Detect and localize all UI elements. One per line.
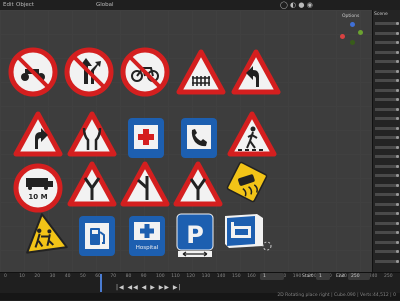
visibility-eye-icon[interactable] — [396, 79, 399, 82]
visibility-eye-icon[interactable] — [396, 145, 399, 149]
frame-tick-label: 40 — [64, 274, 71, 279]
3d-viewport[interactable]: Options 10 M Hospital P — [0, 10, 372, 272]
max-length-sign[interactable]: 10 M — [13, 163, 63, 213]
status-bar: 2D Rotating place right | Cube.090 | Ver… — [0, 293, 400, 300]
road-narrows-sign[interactable] — [67, 111, 117, 157]
visibility-eye-icon[interactable] — [396, 212, 399, 215]
frame-tick-label: 190 — [292, 274, 302, 279]
frame-tick-label: 0 — [4, 274, 7, 279]
parking-letter: P — [186, 221, 204, 249]
viewport-header: Edit Object Global ◯ ◐ ● ◉ — [0, 0, 400, 10]
visibility-eye-icon[interactable] — [396, 174, 399, 177]
visibility-eye-icon[interactable] — [396, 31, 399, 35]
visibility-eye-icon[interactable] — [396, 221, 399, 225]
visibility-eye-icon[interactable] — [396, 250, 399, 253]
y-junction-right-sign[interactable] — [173, 161, 223, 207]
frame-tick-label: 110 — [171, 274, 180, 279]
start-label: Start — [302, 274, 313, 279]
visibility-eye-icon[interactable] — [396, 155, 399, 158]
parking-sign[interactable]: P — [176, 213, 214, 257]
visibility-eye-icon[interactable] — [396, 136, 399, 139]
visibility-eye-icon[interactable] — [396, 22, 399, 25]
frame-tick-label: 80 — [125, 274, 132, 279]
current-frame-field[interactable]: 1 — [260, 273, 284, 280]
3d-cursor-icon — [262, 241, 272, 251]
frame-tick-label: 70 — [110, 274, 117, 279]
visibility-eye-icon[interactable] — [396, 60, 399, 63]
hospital-sign[interactable]: Hospital — [129, 216, 165, 256]
y-junction-sign[interactable] — [67, 161, 117, 207]
first-aid-sign[interactable] — [128, 118, 164, 158]
transform-orientation-dropdown[interactable]: Global — [96, 1, 114, 9]
frame-tick-label: 20 — [34, 274, 41, 279]
signs-scene: 10 M Hospital P — [8, 47, 281, 257]
menu-edit[interactable]: Edit — [3, 1, 14, 9]
curve-left-sign[interactable] — [231, 49, 281, 95]
curve-right-sign[interactable] — [13, 111, 63, 157]
no-bicycles-sign[interactable] — [120, 47, 170, 97]
outliner-panel[interactable]: Scene — [372, 10, 400, 272]
hospital-label: Hospital — [136, 245, 159, 251]
frame-tick-label: 50 — [80, 274, 86, 279]
frame-tick-label: 120 — [186, 274, 195, 279]
pedestrian-crossing-sign[interactable] — [227, 111, 277, 157]
playhead[interactable] — [100, 274, 102, 292]
y-junction-left-sign[interactable] — [120, 161, 170, 207]
visibility-eye-icon[interactable] — [396, 164, 399, 168]
visibility-eye-icon[interactable] — [396, 50, 399, 54]
frame-tick-label: 140 — [216, 274, 226, 279]
frame-tick-label: 90 — [140, 274, 147, 279]
frame-tick-label: 100 — [156, 274, 165, 279]
frame-tick-label: 10 — [19, 274, 25, 279]
status-text: 2D Rotating place right | Cube.090 | Ver… — [277, 293, 396, 298]
visibility-eye-icon[interactable] — [396, 183, 399, 187]
visibility-eye-icon[interactable] — [396, 259, 399, 263]
visibility-eye-icon[interactable] — [396, 240, 399, 244]
end-label: End — [336, 274, 345, 279]
frame-tick-label: 150 — [232, 274, 241, 279]
frame-tick-label: 250 — [384, 274, 393, 279]
visibility-eye-icon[interactable] — [396, 126, 399, 130]
visibility-eye-icon[interactable] — [396, 107, 399, 111]
telephone-sign[interactable] — [181, 118, 217, 158]
frame-tick-label: 240 — [368, 274, 378, 279]
visibility-eye-icon[interactable] — [396, 41, 399, 44]
frame-tick-label: 130 — [201, 274, 211, 279]
visibility-eye-icon[interactable] — [396, 231, 399, 234]
visibility-eye-icon[interactable] — [396, 88, 399, 92]
max-length-value: 10 M — [28, 193, 47, 201]
hotel-sign[interactable] — [225, 214, 263, 248]
visibility-eye-icon[interactable] — [396, 117, 399, 120]
frame-tick-label: 160 — [247, 274, 256, 279]
visibility-eye-icon[interactable] — [396, 69, 399, 73]
viewport-shading-icons[interactable]: ◯ ◐ ● ◉ — [280, 1, 313, 9]
end-frame-field[interactable]: 250 — [348, 273, 370, 280]
visibility-eye-icon[interactable] — [396, 202, 399, 206]
outliner-header: Scene — [374, 12, 388, 17]
no-motorcycles-sign[interactable] — [8, 47, 58, 97]
menu-object[interactable]: Object — [16, 1, 34, 9]
slippery-road-sign[interactable] — [220, 155, 273, 208]
level-crossing-with-gates-sign[interactable] — [176, 49, 226, 95]
children-crossing-sign[interactable] — [22, 211, 68, 254]
playback-controls[interactable]: |◀ ◀◀ ◀ ▶ ▶▶ ▶| — [116, 284, 182, 291]
start-frame-field[interactable]: 1 — [316, 273, 330, 280]
fuel-station-sign[interactable] — [79, 216, 115, 256]
frame-tick-label: 30 — [49, 274, 56, 279]
no-straight-or-right-turn-sign[interactable] — [64, 47, 114, 97]
visibility-eye-icon[interactable] — [396, 193, 399, 196]
visibility-eye-icon[interactable] — [396, 98, 399, 101]
